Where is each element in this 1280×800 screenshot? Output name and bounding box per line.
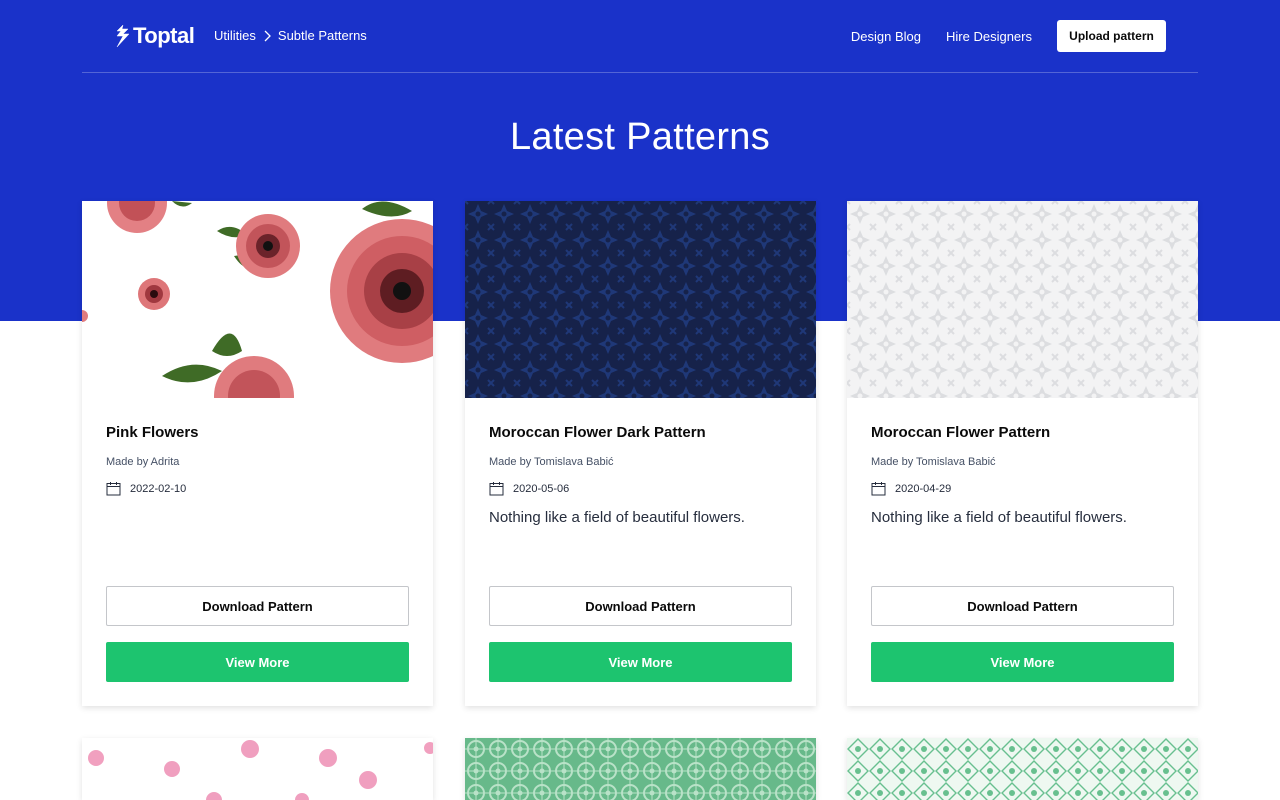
pattern-date-text: 2020-04-29 (895, 482, 952, 495)
pattern-author: Made by Adrita (106, 456, 180, 468)
pattern-date: 2020-05-06 (489, 481, 569, 496)
pattern-card (465, 738, 816, 800)
download-pattern-button[interactable]: Download Pattern (489, 586, 792, 626)
top-navigation: Toptal Utilities Subtle Patterns Design … (82, 0, 1198, 73)
toptal-logo-icon (116, 24, 130, 48)
pattern-preview-image[interactable] (465, 738, 816, 800)
pattern-author: Made by Tomislava Babić (871, 456, 996, 468)
pattern-preview-image[interactable] (82, 738, 433, 800)
pattern-preview-image[interactable] (847, 201, 1198, 398)
pattern-title[interactable]: Moroccan Flower Dark Pattern (489, 424, 706, 441)
pattern-date-text: 2020-05-06 (513, 482, 570, 495)
design-blog-link[interactable]: Design Blog (851, 29, 921, 44)
pattern-card: Moroccan Flower Dark Pattern Made by Tom… (465, 201, 816, 706)
calendar-icon (871, 482, 886, 496)
pattern-card (82, 738, 433, 800)
nav-links: Design Blog Hire Designers Upload patter… (851, 20, 1166, 52)
pattern-date: 2022-02-10 (106, 481, 186, 496)
breadcrumb-subtle-patterns[interactable]: Subtle Patterns (278, 28, 367, 43)
breadcrumb-utilities[interactable]: Utilities (214, 28, 256, 43)
logo-text: Toptal (133, 23, 195, 48)
chevron-right-icon (264, 30, 271, 41)
download-pattern-button[interactable]: Download Pattern (871, 586, 1174, 626)
pattern-author: Made by Tomislava Babić (489, 456, 614, 468)
toptal-logo[interactable]: Toptal (114, 23, 195, 49)
download-pattern-button[interactable]: Download Pattern (106, 586, 409, 626)
view-more-button[interactable]: View More (871, 642, 1174, 682)
pattern-title[interactable]: Pink Flowers (106, 424, 199, 441)
pattern-card: Moroccan Flower Pattern Made by Tomislav… (847, 201, 1198, 706)
upload-pattern-button[interactable]: Upload pattern (1057, 20, 1166, 52)
pattern-date: 2020-04-29 (871, 481, 951, 496)
pattern-card (847, 738, 1198, 800)
pattern-title[interactable]: Moroccan Flower Pattern (871, 424, 1050, 441)
pattern-description: Nothing like a field of beautiful flower… (489, 509, 745, 526)
pattern-preview-image[interactable] (82, 201, 433, 398)
page-title: Latest Patterns (509, 116, 771, 158)
pattern-card: Pink Flowers Made by Adrita 2022-02-10 D… (82, 201, 433, 706)
hire-designers-link[interactable]: Hire Designers (946, 29, 1032, 44)
pattern-preview-image[interactable] (847, 738, 1198, 800)
pattern-date-text: 2022-02-10 (130, 482, 187, 495)
calendar-icon (489, 482, 504, 496)
view-more-button[interactable]: View More (106, 642, 409, 682)
view-more-button[interactable]: View More (489, 642, 792, 682)
pattern-description: Nothing like a field of beautiful flower… (871, 509, 1127, 526)
breadcrumb: Utilities Subtle Patterns (214, 28, 367, 43)
calendar-icon (106, 482, 121, 496)
pattern-preview-image[interactable] (465, 201, 816, 398)
